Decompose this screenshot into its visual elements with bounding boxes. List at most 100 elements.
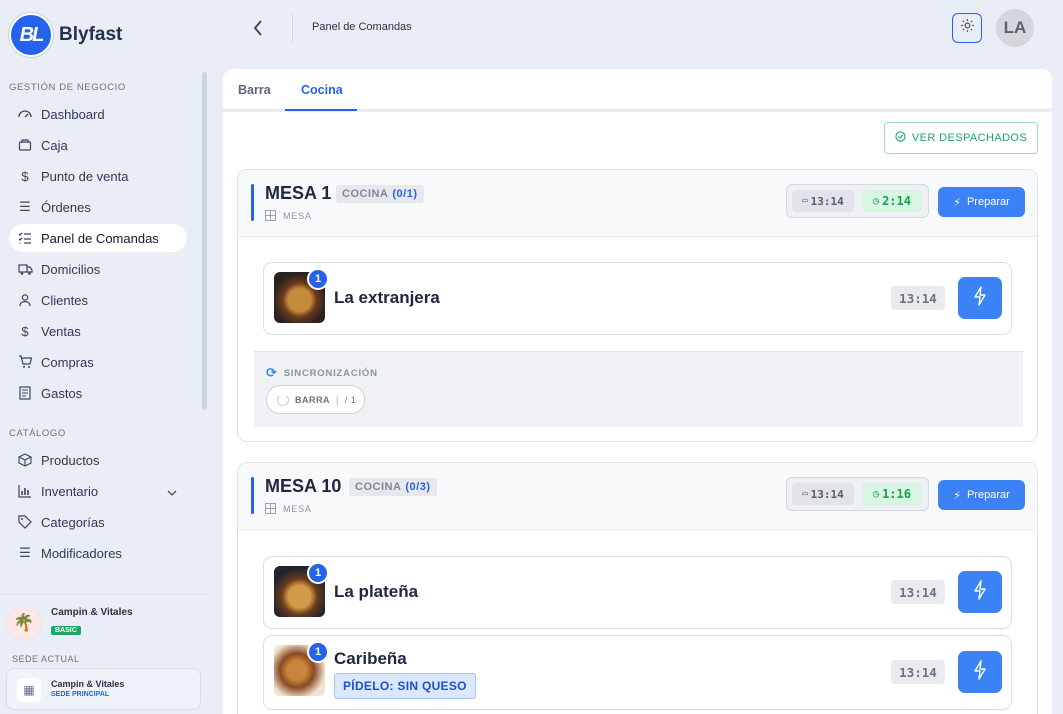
mesa-title: MESA 1 [265, 183, 332, 203]
sync-icon: ⟳ [266, 365, 278, 380]
sidebar-item-label: Domicilios [41, 261, 101, 277]
sidebar-item-panel-de-comandas[interactable]: Panel de Comandas [9, 224, 187, 252]
tab-active-indicator [285, 109, 357, 111]
bolt-icon [973, 659, 987, 685]
sidebar-scrollbar[interactable] [202, 72, 207, 410]
sidebar-item-ordenes[interactable]: ☰ Órdenes [9, 193, 187, 221]
tab-cocina[interactable]: Cocina [301, 83, 343, 97]
sidebar-item-ventas[interactable]: $ Ventas [9, 317, 187, 345]
prepare-item-button[interactable] [958, 651, 1002, 693]
section-title-business: GESTIÓN DE NEGOCIO [9, 82, 126, 93]
bolt-icon [973, 579, 987, 605]
nav-catalog: Productos Inventario Categorías ☰ Modifi… [9, 446, 187, 570]
prepare-item-button[interactable] [958, 571, 1002, 613]
sidebar-item-punto-de-venta[interactable]: $ Punto de venta [9, 162, 187, 190]
tab-barra[interactable]: Barra [238, 83, 271, 97]
sidebar-item-label: Caja [41, 137, 68, 153]
back-button[interactable] [248, 18, 268, 38]
clock-icon: ◷ [873, 195, 880, 207]
sidebar-item-domicilios[interactable]: Domicilios [9, 255, 187, 283]
order-item: 1 La extranjera 13:14 [263, 262, 1012, 335]
calendar-icon: ▭ [802, 196, 808, 206]
bar-chart-icon [17, 483, 33, 499]
bolt-icon [973, 285, 987, 311]
building-icon: ▦ [17, 678, 41, 702]
station-chip: COCINA (0/3) [349, 478, 437, 496]
cash-register-icon [17, 137, 33, 153]
tag-icon [17, 514, 33, 530]
preparar-button[interactable]: ⚡︎ Preparar [938, 187, 1025, 217]
item-name: La extranjera [334, 288, 440, 307]
mesa-subtitle: MESA [265, 210, 312, 221]
table-icon [265, 503, 276, 514]
prepare-item-button[interactable] [958, 277, 1002, 319]
sidebar-item-label: Categorías [41, 514, 105, 530]
station-label: COCINA [342, 188, 389, 200]
sede-title: SEDE ACTUAL [12, 654, 80, 664]
sidebar-item-modificadores[interactable]: ☰ Modificadores [9, 539, 187, 567]
gear-icon [960, 18, 975, 38]
app-logo[interactable]: BL Blyfast [9, 13, 122, 57]
checklist-icon [17, 230, 33, 246]
station-count: (0/1) [392, 188, 418, 200]
sede-selector[interactable]: ▦ Campin & Vitales SEDE PRINCIPAL [6, 668, 201, 710]
check-circle-icon [895, 131, 906, 145]
sede-sub: SEDE PRINCIPAL [51, 691, 110, 698]
sidebar-item-caja[interactable]: Caja [9, 131, 187, 159]
station-count: (0/3) [405, 481, 431, 493]
table-icon [265, 210, 276, 221]
item-name: La plateña [334, 582, 419, 601]
shopping-cart-icon [17, 354, 33, 370]
plan-badge: BASIC [51, 626, 81, 635]
sidebar-item-clientes[interactable]: Clientes [9, 286, 187, 314]
user-avatar[interactable]: LA [996, 9, 1034, 47]
mesa-title: MESA 10 [265, 476, 342, 496]
bolt-icon: ⚡︎ [953, 489, 961, 502]
item-time: 13:14 [891, 660, 945, 684]
item-time: 13:14 [891, 286, 945, 310]
ver-despachados-button[interactable]: VER DESPACHADOS [884, 122, 1038, 154]
elapsed-time: ◷ 1:16 [862, 483, 922, 505]
order-time: ▭ 13:14 [792, 190, 854, 212]
app-name: Blyfast [59, 24, 123, 45]
sidebar-item-compras[interactable]: Compras [9, 348, 187, 376]
mesa-header: MESA 1 COCINA (0/1) MESA ▭ 13:14 ◷ 2:14 ⚡︎… [238, 170, 1037, 237]
nav-business: Dashboard Caja $ Punto de venta ☰ Órdene… [9, 100, 187, 410]
user-icon [17, 292, 33, 308]
chevron-down-icon[interactable] [167, 484, 177, 499]
station-chip: COCINA (0/1) [336, 185, 424, 203]
mesa-subtitle-label: MESA [283, 503, 312, 514]
sidebar-item-label: Punto de venta [41, 168, 129, 184]
business-avatar[interactable]: 🌴 [6, 605, 42, 641]
tab-bar: Barra Cocina [223, 69, 1052, 110]
sidebar-item-categorias[interactable]: Categorías [9, 508, 187, 536]
order-time-value: 13:14 [810, 487, 844, 501]
mesa-card: MESA 10 COCINA (0/3) MESA ▭ 13:14 ◷ 1:16 ⚡… [237, 462, 1038, 714]
ver-despachados-label: VER DESPACHADOS [911, 132, 1028, 144]
order-time: ▭ 13:14 [792, 483, 854, 505]
settings-button[interactable] [952, 13, 982, 43]
sidebar-item-label: Clientes [41, 292, 88, 308]
business-name: Campin & Vitales [51, 607, 133, 618]
order-item: 1 La plateña 13:14 [263, 556, 1012, 629]
dollar-icon: $ [21, 168, 29, 184]
preparar-button[interactable]: ⚡︎ Preparar [938, 480, 1025, 510]
sync-station-chip[interactable]: BARRA | / 1 [266, 385, 365, 414]
sede-name: Campin & Vitales [51, 679, 125, 689]
logo-mark: BL [9, 13, 53, 57]
quantity-badge: 1 [307, 641, 329, 663]
sidebar: BL Blyfast GESTIÓN DE NEGOCIO Dashboard … [0, 0, 210, 714]
receipt-icon [17, 385, 33, 401]
sidebar-item-gastos[interactable]: Gastos [9, 379, 187, 407]
header-divider [292, 14, 293, 42]
sidebar-item-dashboard[interactable]: Dashboard [9, 100, 187, 128]
time-box: ▭ 13:14 ◷ 2:14 [786, 184, 929, 218]
list-icon: ☰ [19, 199, 31, 214]
section-title-catalog: CATÁLOGO [9, 428, 66, 439]
sync-station-count: / 1 [344, 394, 357, 405]
sidebar-item-productos[interactable]: Productos [9, 446, 187, 474]
item-time: 13:14 [891, 580, 945, 604]
sidebar-item-inventario[interactable]: Inventario [9, 477, 187, 505]
elapsed-time-value: 2:14 [882, 194, 911, 208]
mesa-header: MESA 10 COCINA (0/3) MESA ▭ 13:14 ◷ 1:16 ⚡… [238, 463, 1037, 530]
